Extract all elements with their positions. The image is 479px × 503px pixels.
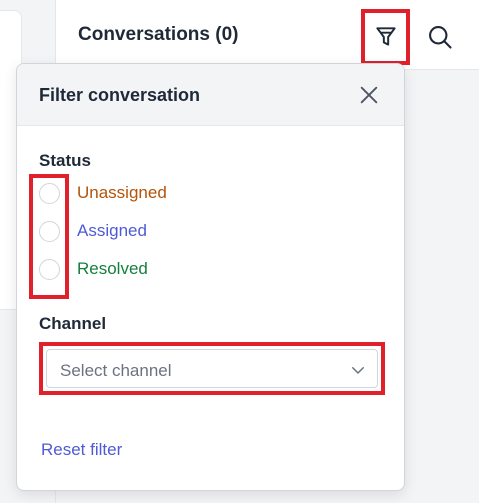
search-icon <box>429 26 452 49</box>
close-icon <box>360 86 378 104</box>
channel-select[interactable]: Select channel <box>39 342 385 395</box>
chevron-down-icon <box>352 367 364 374</box>
status-option-label: Unassigned <box>77 183 167 202</box>
search-button[interactable] <box>423 20 457 54</box>
filter-button[interactable] <box>361 9 410 65</box>
reset-filter-link[interactable]: Reset filter <box>41 440 122 460</box>
status-option-resolved[interactable]: Resolved <box>39 257 148 281</box>
radio-resolved[interactable] <box>39 258 60 280</box>
radio-unassigned[interactable] <box>39 182 60 204</box>
channel-label: Channel <box>39 314 107 333</box>
status-option-assigned[interactable]: Assigned <box>39 219 147 243</box>
filter-popup: Filter conversation Status Unassigned As… <box>16 63 405 491</box>
page-title: Conversations (0) <box>78 24 239 45</box>
status-option-label: Resolved <box>77 259 148 278</box>
filter-icon <box>375 27 396 46</box>
channel-placeholder: Select channel <box>60 361 172 380</box>
popup-header: Filter conversation <box>17 64 404 126</box>
status-option-label: Assigned <box>77 221 147 240</box>
channel-select-field[interactable]: Select channel <box>46 349 378 388</box>
status-option-unassigned[interactable]: Unassigned <box>39 181 167 205</box>
close-button[interactable] <box>355 81 383 109</box>
status-label: Status <box>39 151 91 170</box>
radio-assigned[interactable] <box>39 220 60 242</box>
popup-title: Filter conversation <box>39 85 201 105</box>
